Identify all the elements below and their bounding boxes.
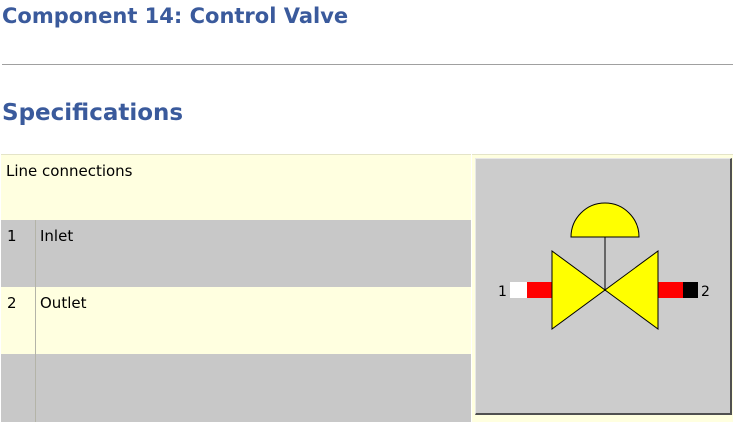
column-divider (35, 287, 36, 354)
table-row: 1 Inlet (1, 220, 471, 287)
inlet-pipe-icon (527, 282, 552, 298)
column-divider (35, 220, 36, 287)
table-header-row: Line connections (1, 154, 471, 221)
valve-body-left-icon (551, 250, 606, 330)
row-number: 1 (7, 227, 17, 245)
section-heading: Specifications (2, 100, 184, 126)
outlet-pipe-icon (658, 282, 683, 298)
row-number: 2 (7, 294, 17, 312)
valve-body-right-icon (604, 250, 659, 330)
valve-symbol-panel: 1 2 (475, 158, 732, 415)
inlet-marker-icon (510, 282, 527, 298)
row-label: Inlet (40, 227, 74, 245)
outlet-marker-icon (683, 282, 698, 298)
actuator-dome-icon (570, 202, 640, 238)
control-valve-icon: 1 2 (498, 202, 710, 330)
table-row: 2 Outlet (1, 287, 471, 354)
divider (2, 64, 733, 65)
column-divider (35, 354, 36, 422)
port-label-outlet: 2 (701, 284, 710, 300)
table-row (1, 354, 471, 422)
row-label: Outlet (40, 294, 87, 312)
table-header-label: Line connections (6, 162, 133, 180)
port-label-inlet: 1 (498, 284, 507, 300)
page-title: Component 14: Control Valve (2, 4, 349, 28)
